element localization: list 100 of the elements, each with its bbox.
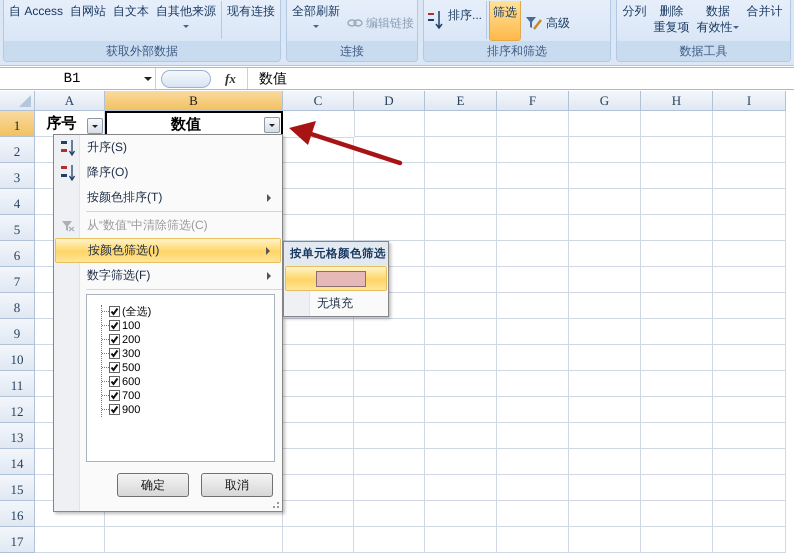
value-label[interactable]: 700: [122, 390, 140, 402]
sheet-cell[interactable]: [354, 397, 425, 423]
value-label[interactable]: 100: [122, 320, 140, 332]
sheet-cell[interactable]: [425, 293, 497, 319]
sheet-cell[interactable]: [497, 163, 569, 189]
sheet-cell[interactable]: [569, 371, 641, 397]
sheet-cell[interactable]: [641, 267, 713, 293]
sheet-cell[interactable]: [354, 423, 425, 449]
sheet-cell[interactable]: [713, 319, 786, 345]
value-label[interactable]: (全选): [122, 304, 152, 319]
sheet-cell[interactable]: [425, 137, 497, 163]
sheet-cell[interactable]: [354, 163, 425, 189]
column-header[interactable]: C: [283, 91, 354, 111]
ok-button[interactable]: 确定: [117, 473, 189, 497]
sheet-cell[interactable]: [569, 189, 641, 215]
select-all-button[interactable]: [0, 91, 35, 111]
sheet-cell[interactable]: [497, 527, 569, 553]
column-header[interactable]: F: [497, 91, 569, 111]
column-header[interactable]: B: [105, 91, 283, 111]
menu-item[interactable]: 数字筛选(F): [55, 263, 281, 288]
sheet-cell[interactable]: [354, 501, 425, 527]
insert-function-button[interactable]: fx: [225, 70, 247, 86]
filter-dropdown-button[interactable]: [264, 117, 280, 133]
ribbon-button[interactable]: 自 Access: [6, 1, 66, 21]
value-label[interactable]: 500: [122, 362, 140, 374]
sheet-cell[interactable]: [569, 163, 641, 189]
sheet-cell[interactable]: [354, 111, 425, 137]
row-header[interactable]: 12: [0, 397, 35, 423]
sheet-cell[interactable]: [713, 241, 786, 267]
sheet-cell[interactable]: [497, 137, 569, 163]
row-header[interactable]: 5: [0, 215, 35, 241]
sheet-cell[interactable]: [569, 423, 641, 449]
sheet-cell[interactable]: [354, 371, 425, 397]
row-header[interactable]: 14: [0, 449, 35, 475]
filter-dropdown-button[interactable]: [87, 118, 103, 134]
sheet-cell[interactable]: [497, 319, 569, 345]
sheet-cell[interactable]: [497, 371, 569, 397]
sheet-cell[interactable]: [641, 241, 713, 267]
checkbox[interactable]: [109, 306, 120, 317]
sheet-cell[interactable]: [569, 215, 641, 241]
ribbon-button[interactable]: 全部刷新: [289, 1, 344, 30]
sheet-cell[interactable]: [713, 163, 786, 189]
ribbon-button[interactable]: 筛选: [489, 1, 522, 41]
row-header[interactable]: 3: [0, 163, 35, 189]
row-header[interactable]: 2: [0, 137, 35, 163]
ribbon-button[interactable]: 删除 重复项: [650, 1, 692, 37]
row-header[interactable]: 9: [0, 319, 35, 345]
sheet-cell[interactable]: [425, 267, 497, 293]
row-header[interactable]: 10: [0, 345, 35, 371]
sheet-cell[interactable]: [713, 345, 786, 371]
sheet-cell[interactable]: [641, 371, 713, 397]
sheet-cell[interactable]: [425, 215, 497, 241]
sheet-cell[interactable]: [497, 241, 569, 267]
column-header[interactable]: D: [354, 91, 425, 111]
checkbox[interactable]: [109, 404, 120, 415]
cancel-button[interactable]: 取消: [201, 473, 273, 497]
ribbon-button[interactable]: 排序...: [446, 7, 484, 23]
row-header[interactable]: 6: [0, 241, 35, 267]
sheet-cell[interactable]: [497, 475, 569, 501]
row-header[interactable]: 15: [0, 475, 35, 501]
formula-input[interactable]: 数值: [259, 70, 287, 88]
sheet-cell[interactable]: [497, 345, 569, 371]
sheet-cell[interactable]: [283, 527, 354, 553]
sheet-cell[interactable]: [569, 137, 641, 163]
sheet-cell[interactable]: [354, 189, 425, 215]
sheet-cell[interactable]: [354, 527, 425, 553]
sheet-cell[interactable]: [497, 215, 569, 241]
sheet-cell[interactable]: [354, 449, 425, 475]
row-header[interactable]: 11: [0, 371, 35, 397]
sheet-cell[interactable]: [569, 267, 641, 293]
sheet-cell[interactable]: [713, 475, 786, 501]
column-header[interactable]: I: [713, 91, 786, 111]
sheet-cell[interactable]: [569, 397, 641, 423]
ribbon-button[interactable]: 分列: [619, 1, 650, 21]
sheet-cell[interactable]: [425, 501, 497, 527]
ribbon-button[interactable]: 现有连接: [224, 1, 278, 21]
sheet-cell[interactable]: [425, 475, 497, 501]
sheet-cell[interactable]: [641, 397, 713, 423]
sheet-cell[interactable]: [641, 501, 713, 527]
sheet-cell[interactable]: [641, 293, 713, 319]
sheet-cell[interactable]: [569, 501, 641, 527]
sheet-cell[interactable]: [35, 527, 105, 553]
sheet-cell[interactable]: [425, 449, 497, 475]
checkbox[interactable]: [109, 348, 120, 359]
sheet-cell[interactable]: [425, 111, 497, 137]
checkbox[interactable]: [109, 320, 120, 331]
sheet-cell[interactable]: [713, 111, 786, 137]
sheet-cell[interactable]: [641, 345, 713, 371]
sheet-cell[interactable]: [354, 475, 425, 501]
splitter-handle[interactable]: [161, 70, 211, 88]
sheet-cell[interactable]: [425, 163, 497, 189]
row-header[interactable]: 16: [0, 501, 35, 527]
sheet-cell[interactable]: [569, 111, 641, 137]
sheet-cell[interactable]: [425, 397, 497, 423]
sheet-cell[interactable]: [641, 319, 713, 345]
sheet-cell[interactable]: [641, 189, 713, 215]
checkbox[interactable]: [109, 334, 120, 345]
sheet-cell[interactable]: [354, 137, 425, 163]
sheet-cell[interactable]: [641, 475, 713, 501]
sheet-cell[interactable]: [641, 163, 713, 189]
